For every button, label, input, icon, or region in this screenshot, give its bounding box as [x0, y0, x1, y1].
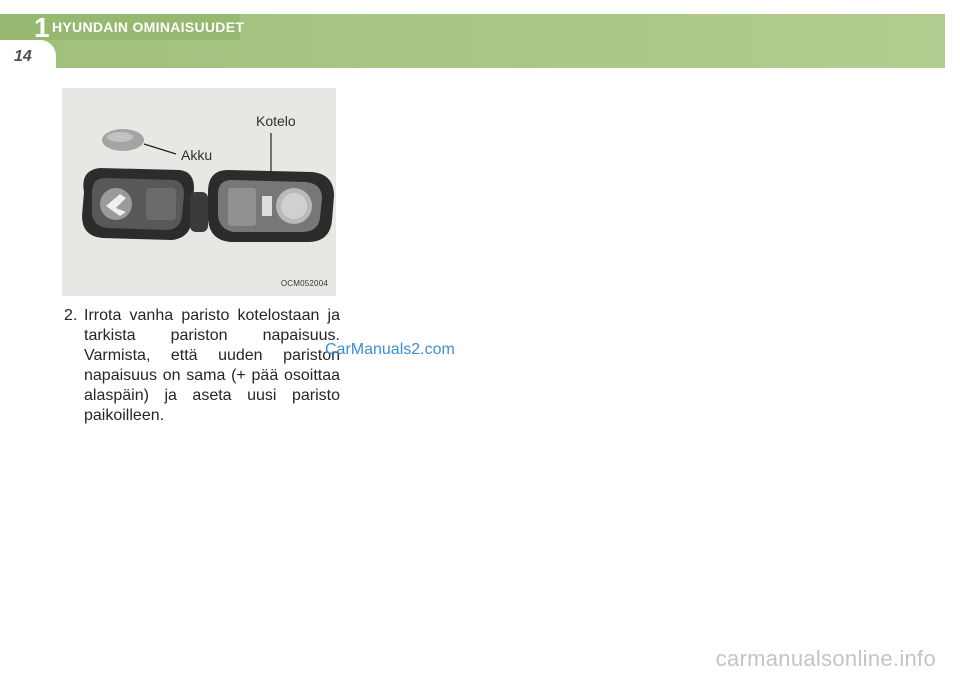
key-fob-figure: Akku Kotelo OCM052004 [62, 88, 336, 296]
figure-code: OCM052004 [280, 279, 328, 288]
chapter-number: 1 [34, 12, 50, 43]
case-label: Kotelo [256, 113, 296, 129]
watermark-carmanuals2: CarManuals2.com [325, 341, 455, 358]
step-number: 2. [64, 307, 78, 324]
chapter-title: HYUNDAIN OMINAISUUDET [52, 19, 245, 35]
step-text: Irrota vanha paristo kotelostaan ja tark… [84, 307, 340, 424]
fob-circuit-board [228, 188, 256, 226]
page-number: 14 [14, 48, 32, 65]
battery-label: Akku [181, 147, 213, 163]
watermark-carmanualsonline: carmanualsonline.info [715, 646, 936, 671]
fob-hinge [190, 192, 208, 232]
battery-leader-line [143, 143, 177, 155]
instruction-step: 2. Irrota vanha paristo kotelostaan ja t… [64, 306, 340, 426]
